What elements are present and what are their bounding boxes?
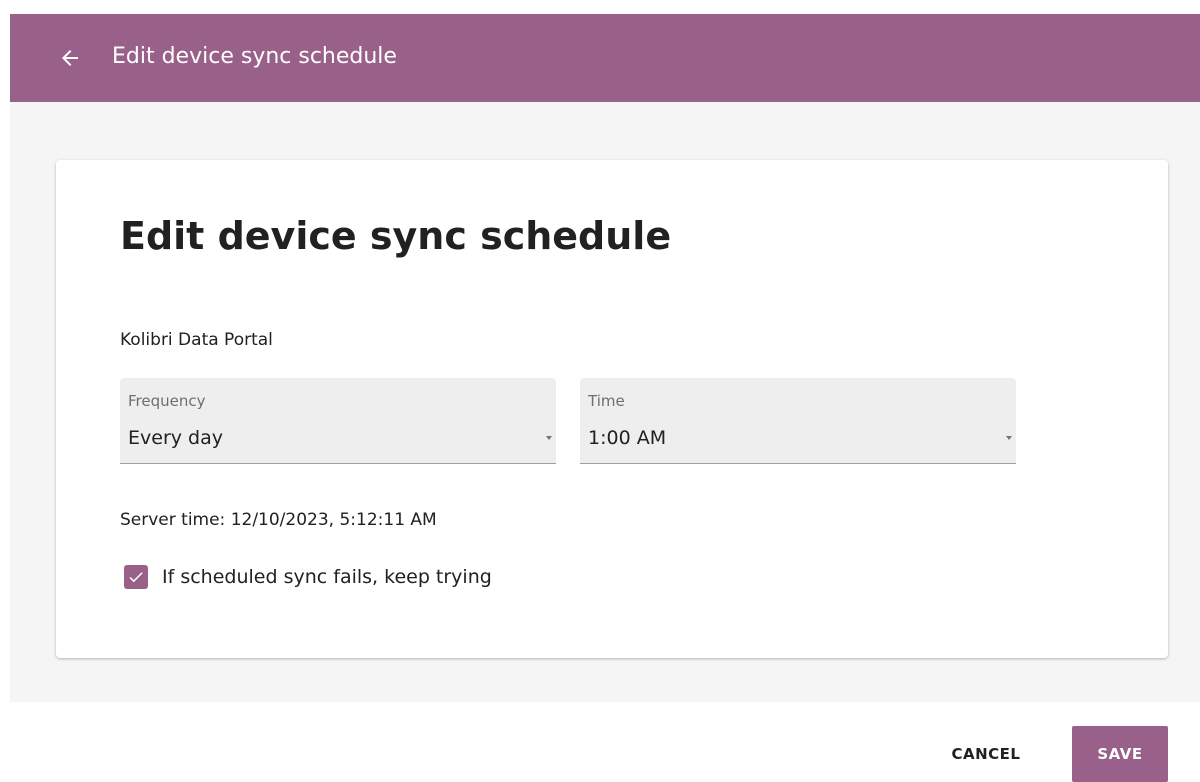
footer-actions: CANCEL SAVE [0, 702, 1200, 782]
time-select[interactable]: Time 1:00 AM [580, 378, 1016, 464]
arrow-left-icon[interactable] [58, 46, 82, 70]
window-top-strip [0, 0, 1200, 14]
retry-checkbox-row[interactable]: If scheduled sync fails, keep trying [120, 562, 492, 592]
server-time: Server time: 12/10/2023, 5:12:11 AM [120, 510, 437, 530]
caret-down-icon [1006, 436, 1012, 440]
time-value: 1:00 AM [588, 427, 667, 449]
app-bar: Edit device sync schedule [10, 14, 1200, 102]
page-title: Edit device sync schedule [120, 214, 672, 258]
retry-checkbox-label: If scheduled sync fails, keep trying [162, 566, 492, 588]
time-label: Time [588, 392, 625, 410]
frequency-select[interactable]: Frequency Every day [120, 378, 556, 464]
save-button[interactable]: SAVE [1072, 726, 1168, 782]
device-name: Kolibri Data Portal [120, 330, 273, 350]
sync-schedule-card: Edit device sync schedule Kolibri Data P… [56, 160, 1168, 658]
frequency-label: Frequency [128, 392, 206, 410]
frequency-value: Every day [128, 427, 223, 449]
caret-down-icon [546, 436, 552, 440]
checkmark-icon [129, 572, 143, 583]
retry-checkbox[interactable] [124, 565, 148, 589]
app-bar-title: Edit device sync schedule [112, 44, 397, 69]
cancel-button[interactable]: CANCEL [928, 726, 1044, 782]
